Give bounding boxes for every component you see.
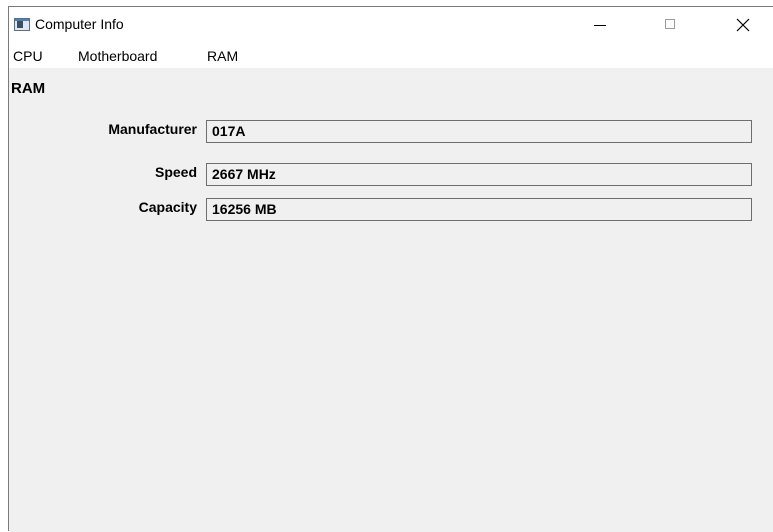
- capacity-label: Capacity: [138, 199, 197, 215]
- maximize-button[interactable]: [647, 7, 693, 39]
- menu-item-ram[interactable]: RAM: [204, 48, 241, 64]
- maximize-icon: [665, 19, 675, 29]
- client-area: RAM Manufacturer 017A Speed 2667 MHz Cap…: [9, 68, 773, 532]
- menu-bar: CPU Motherboard RAM: [9, 47, 773, 67]
- minimize-button[interactable]: [581, 7, 627, 39]
- app-window-icon: [14, 18, 30, 31]
- window-title: Computer Info: [35, 16, 124, 32]
- menu-item-cpu[interactable]: CPU: [10, 48, 46, 64]
- capacity-field[interactable]: 16256 MB: [206, 198, 752, 221]
- manufacturer-label: Manufacturer: [108, 121, 197, 137]
- title-bar[interactable]: Computer Info: [9, 7, 773, 39]
- minimize-icon: [594, 25, 606, 26]
- app-window: Computer Info CPU Motherboard RAM RAM Ma…: [8, 6, 773, 532]
- close-button[interactable]: [721, 7, 767, 39]
- menu-item-motherboard[interactable]: Motherboard: [75, 48, 160, 64]
- section-title: RAM: [11, 80, 46, 97]
- speed-field[interactable]: 2667 MHz: [206, 163, 752, 186]
- close-icon: [736, 18, 750, 32]
- speed-label: Speed: [154, 164, 197, 180]
- manufacturer-field[interactable]: 017A: [206, 120, 752, 143]
